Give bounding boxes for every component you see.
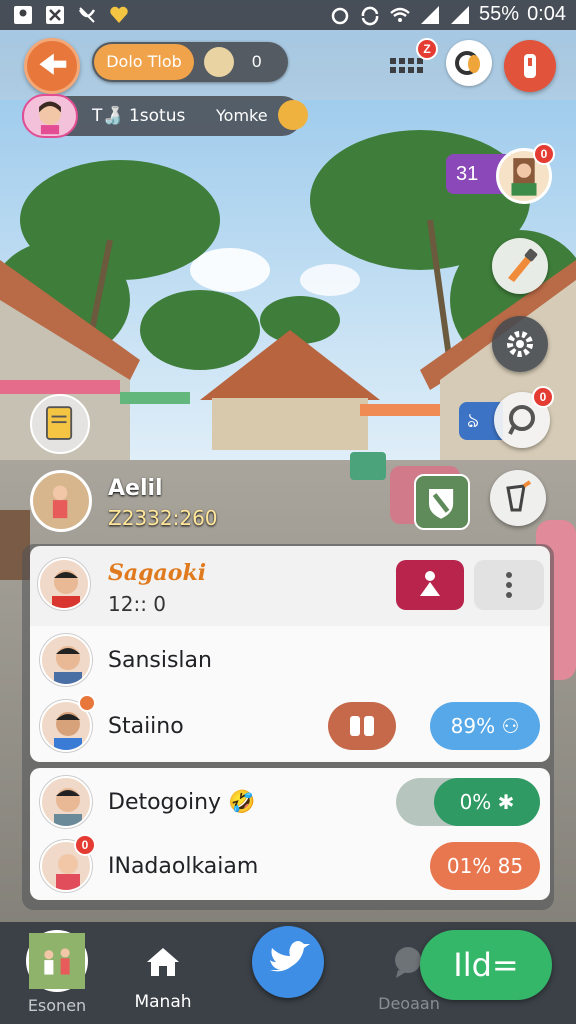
alarm-icon — [331, 7, 349, 24]
host-name: Aelil — [108, 476, 163, 501]
mute-toggle[interactable]: 0% ✱ — [434, 778, 540, 826]
power-icon — [524, 54, 536, 78]
mute-value: 0% — [459, 790, 492, 814]
clipboard-icon — [46, 406, 73, 440]
clock: 0:04 — [527, 3, 566, 25]
signal-icon — [421, 5, 440, 24]
participant-avatar[interactable] — [40, 634, 92, 686]
volume-pill[interactable]: 01% 85 — [430, 842, 540, 890]
notes-button[interactable] — [30, 394, 90, 454]
participant-name: INadaolkaiam — [108, 854, 259, 879]
emoji-icon — [278, 100, 308, 130]
profile-tab[interactable] — [26, 930, 88, 992]
face-icon — [52, 485, 68, 519]
viewer-count: 0 — [252, 52, 262, 71]
family-photo-icon — [29, 933, 85, 989]
participant-name: Sansislan — [108, 648, 212, 673]
comment-badge: 0 — [532, 386, 554, 408]
profile-tab-label: Esonen — [27, 996, 87, 1015]
food-thumbnail — [204, 47, 234, 77]
shield-button[interactable] — [414, 474, 470, 530]
guest-badge: 0 — [533, 143, 555, 165]
gift-button[interactable] — [396, 560, 464, 610]
participant-avatar[interactable] — [40, 776, 92, 828]
notification-icon — [14, 6, 32, 24]
muted-icon — [78, 7, 96, 23]
volume-pill[interactable]: 89% ⚇ — [430, 702, 540, 750]
mode-label: Yomke — [216, 106, 268, 125]
channel-name: Dolo Tlob — [94, 44, 194, 80]
exit-button[interactable] — [504, 40, 556, 92]
host-card-name: Sagaoki — [108, 560, 207, 586]
participant-name: Detogoiny 🤣 — [108, 790, 256, 815]
streamer-tag: T🍶 1sotus — [92, 106, 186, 126]
share-fab[interactable] — [252, 926, 324, 998]
go-live-button[interactable]: Ild= — [420, 930, 552, 1000]
bird-icon — [270, 941, 310, 972]
more-vertical-icon — [506, 572, 512, 598]
grid-button[interactable]: Z — [384, 38, 438, 82]
heart-icon — [110, 6, 128, 24]
channel-pill[interactable]: Dolo Tlob 0 — [92, 42, 288, 82]
comment-button[interactable]: 0 — [494, 386, 554, 448]
host-card-avatar[interactable] — [38, 558, 90, 610]
pause-button[interactable] — [328, 702, 396, 750]
chat-button[interactable] — [446, 40, 492, 86]
gear-icon — [507, 331, 533, 357]
streamer-bar[interactable]: T🍶 1sotus Yomke — [22, 94, 308, 138]
grid-badge: Z — [416, 38, 438, 60]
signal-2-icon — [451, 5, 470, 24]
host-avatar[interactable] — [30, 470, 92, 532]
brush-icon — [508, 248, 538, 282]
x-app-icon — [46, 6, 64, 24]
pause-icon — [350, 716, 374, 736]
battery-text: 55% — [479, 3, 520, 25]
gear-icon: ✱ — [497, 790, 515, 814]
guest-avatar[interactable]: 0 — [496, 143, 555, 204]
status-bar: 55% 0:04 — [0, 0, 576, 30]
host-code: Z2332:260 — [108, 506, 218, 530]
volume-value: 89% — [450, 714, 496, 738]
host-card-time: 12:: 0 — [108, 592, 167, 616]
shield-icon — [429, 489, 454, 519]
streamer-avatar — [22, 94, 78, 138]
gift-icon — [420, 571, 440, 596]
participant-badge: 0 — [74, 834, 96, 856]
face-icon — [39, 101, 61, 135]
chat-bubble-icon — [455, 51, 480, 75]
sticker-icon — [506, 480, 532, 512]
brush-button[interactable] — [492, 238, 548, 294]
settings-button[interactable] — [492, 316, 548, 372]
sync-icon — [361, 6, 379, 25]
status-dot — [78, 694, 96, 712]
sticker-button[interactable] — [490, 470, 546, 526]
people-icon: ⚇ — [501, 714, 520, 738]
home-tab-label[interactable]: Manah — [108, 992, 218, 1012]
home-icon[interactable] — [143, 942, 183, 982]
back-button[interactable] — [24, 38, 80, 94]
arrow-left-icon — [39, 53, 67, 75]
wifi-icon — [390, 7, 410, 22]
participant-name: Staiino — [108, 714, 184, 739]
more-button[interactable] — [474, 560, 544, 610]
